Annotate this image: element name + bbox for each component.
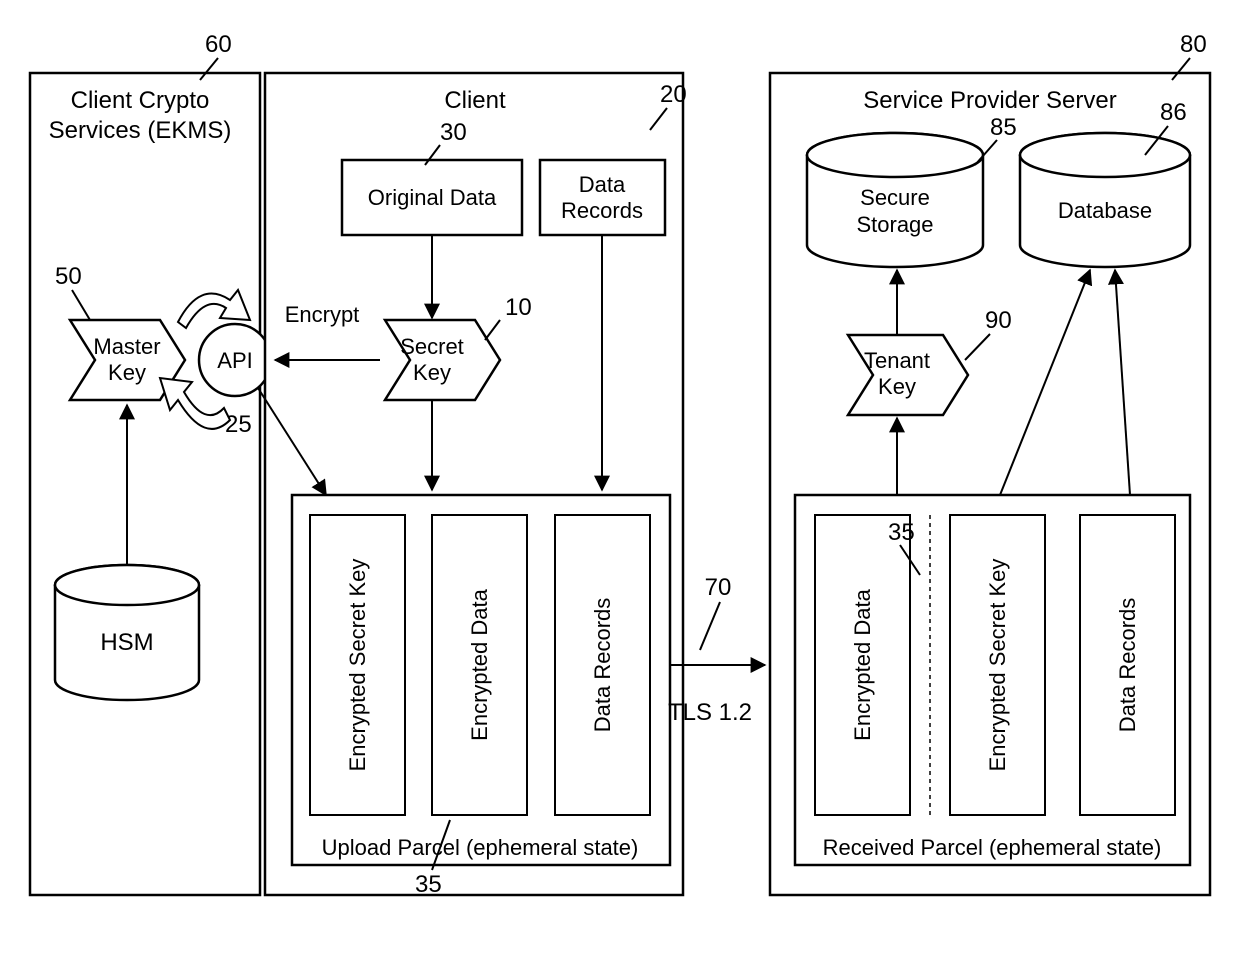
svg-text:Database: Database: [1058, 198, 1152, 223]
region-ekms: Client Crypto Services (EKMS) 60: [30, 31, 260, 895]
client-title: Client: [444, 87, 506, 114]
svg-text:Data Records: Data Records: [1115, 598, 1140, 733]
ref-server: 80: [1180, 31, 1207, 58]
svg-text:Encrypted Secret Key: Encrypted Secret Key: [985, 559, 1010, 772]
svg-text:Encrypted Data: Encrypted Data: [467, 588, 492, 740]
ref-link: 70: [705, 574, 732, 601]
svg-text:Data Records: Data Records: [590, 598, 615, 733]
svg-text:Original Data: Original Data: [368, 185, 497, 210]
node-received-parcel: Received Parcel (ephemeral state) Encryp…: [795, 495, 1190, 865]
svg-text:Key: Key: [878, 374, 916, 399]
ref-ekms: 60: [205, 31, 232, 58]
svg-text:Tenant: Tenant: [864, 348, 930, 373]
ekms-title-line1: Client Crypto: [71, 87, 210, 114]
ref-tenant-key: 90: [985, 307, 1012, 334]
svg-text:API: API: [217, 348, 252, 373]
ekms-title-line2: Services (EKMS): [49, 117, 232, 144]
ref-database: 86: [1160, 99, 1187, 126]
ref-secret-key: 10: [505, 294, 532, 321]
server-title: Service Provider Server: [863, 87, 1116, 114]
svg-text:Master: Master: [93, 334, 160, 359]
svg-text:Key: Key: [413, 360, 451, 385]
svg-text:Encrypted Secret Key: Encrypted Secret Key: [345, 559, 370, 772]
svg-text:HSM: HSM: [100, 629, 153, 656]
svg-text:Secure: Secure: [860, 185, 930, 210]
ref-client: 20: [660, 81, 687, 108]
svg-text:Storage: Storage: [856, 212, 933, 237]
svg-text:Upload Parcel (ephemeral state: Upload Parcel (ephemeral state): [322, 835, 639, 860]
ref-master-key: 50: [55, 263, 82, 290]
ref-received-parcel: 35: [888, 519, 915, 546]
ref-upload-parcel: 35: [415, 871, 442, 898]
ref-secure-storage: 85: [990, 114, 1017, 141]
svg-text:Key: Key: [108, 360, 146, 385]
encrypt-label: Encrypt: [285, 302, 360, 327]
node-hsm: HSM: [55, 565, 199, 700]
svg-text:Secret: Secret: [400, 334, 464, 359]
ref-api: 25: [225, 411, 252, 438]
svg-text:Received Parcel (ephemeral sta: Received Parcel (ephemeral state): [823, 835, 1162, 860]
node-data-records-src: Data Records: [540, 160, 665, 235]
node-upload-parcel: Upload Parcel (ephemeral state) Encrypte…: [292, 495, 670, 898]
svg-text:Records: Records: [561, 198, 643, 223]
architecture-diagram: Client Crypto Services (EKMS) 60 Master …: [0, 0, 1240, 953]
svg-text:Data: Data: [579, 172, 626, 197]
svg-text:Encrypted Data: Encrypted Data: [850, 588, 875, 740]
svg-text:TLS 1.2: TLS 1.2: [668, 699, 752, 726]
ref-original-data: 30: [440, 119, 467, 146]
